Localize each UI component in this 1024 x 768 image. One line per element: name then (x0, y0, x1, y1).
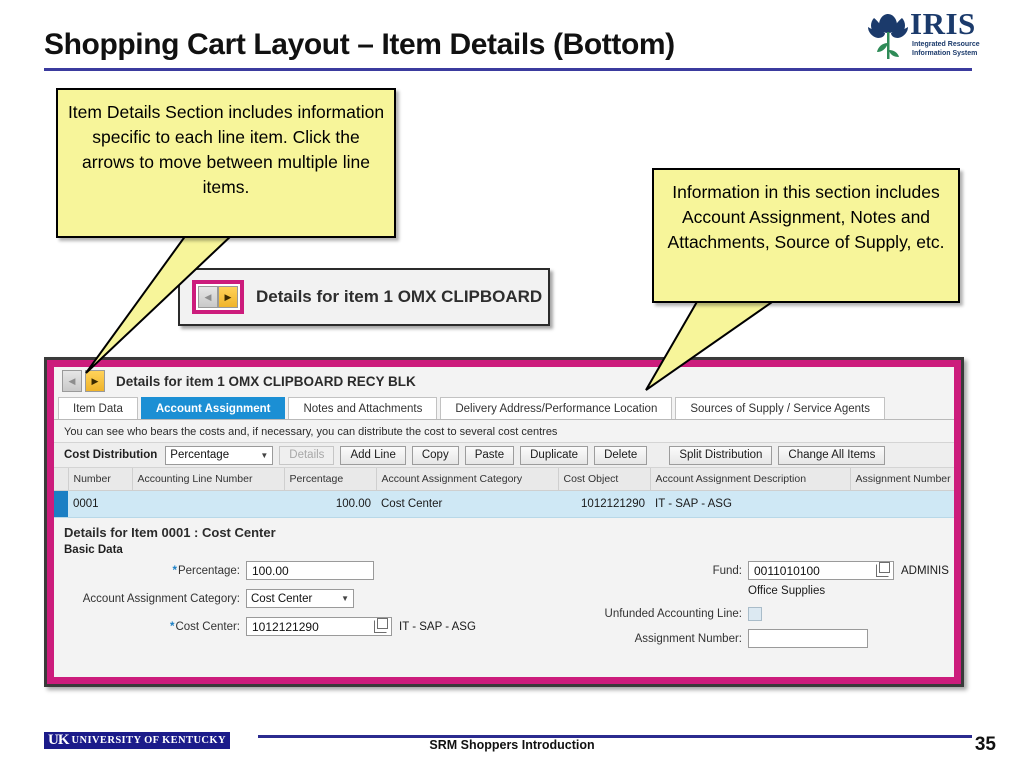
footer-title: SRM Shoppers Introduction (429, 738, 595, 752)
callout-information-in-this-section: Information in this section includes Acc… (652, 168, 960, 303)
paste-button[interactable]: Paste (464, 445, 515, 465)
value-help-icon[interactable] (374, 618, 388, 633)
col-account-assignment-category[interactable]: Account Assignment Category (375, 468, 559, 491)
details-item-title: Details for item 1 OMX CLIPBOARD RECY BL… (116, 373, 416, 389)
col-account-assignment-description[interactable]: Account Assignment Description (649, 468, 851, 491)
account-assignment-category-select[interactable]: Cost Center ▼ (246, 589, 354, 608)
sap-screenshot-highlighted: ◀ ▶ Details for item 1 OMX CLIPBOARD REC… (44, 357, 964, 687)
assignment-number-label: Assignment Number: (634, 632, 742, 645)
col-number[interactable]: Number (67, 468, 133, 491)
percentage-label: *Percentage: (172, 564, 241, 577)
prev-arrow-icon[interactable]: ◀ (198, 286, 218, 308)
cell-percentage: 100.00 (284, 490, 376, 518)
cell-assignment-number (850, 490, 954, 518)
assignment-number-input[interactable] (748, 629, 868, 648)
cell-cost-object: 1012121290 (558, 490, 650, 518)
callout-item-details-section: Item Details Section includes informatio… (56, 88, 396, 238)
tab-sources-of-supply[interactable]: Sources of Supply / Service Agents (675, 397, 885, 419)
prev-arrow-icon[interactable]: ◀ (62, 370, 82, 392)
account-assignment-table: Number Accounting Line Number Percentage… (54, 468, 954, 518)
col-cost-object[interactable]: Cost Object (557, 468, 651, 491)
iris-wordmark: IRIS (910, 6, 976, 41)
cost-distribution-label: Cost Distribution (64, 449, 158, 461)
percentage-input[interactable]: 100.00 (246, 561, 374, 580)
duplicate-button[interactable]: Duplicate (520, 445, 589, 465)
col-assignment-number[interactable]: Assignment Number (849, 468, 954, 491)
cell-number: 0001 (68, 490, 132, 518)
cell-account-assignment-description: IT - SAP - ASG (650, 490, 850, 518)
unfunded-accounting-line-label: Unfunded Accounting Line: (604, 608, 742, 620)
row-selected-marker[interactable] (54, 490, 68, 518)
iris-subtitle-line1: Integrated Resource (912, 41, 980, 48)
fund-description: ADMINIS (901, 564, 949, 577)
fund-label: Fund: (712, 564, 742, 577)
cost-distribution-toolbar: Cost Distribution Percentage ▼ Details A… (54, 442, 954, 468)
col-accounting-line-number[interactable]: Accounting Line Number (131, 468, 285, 491)
callout-text: Item Details Section includes informatio… (67, 102, 385, 197)
item-detail-heading: Details for Item 0001 : Cost Center (54, 518, 954, 543)
required-asterisk-icon: * (172, 564, 177, 577)
tab-item-data[interactable]: Item Data (58, 397, 138, 419)
cost-distribution-value: Percentage (170, 449, 230, 461)
basic-data-form: *Percentage: 100.00 Account Assignment C… (54, 559, 954, 648)
fund-input[interactable]: 0011010100 (748, 561, 894, 580)
details-button[interactable]: Details (279, 445, 335, 465)
cell-accounting-line-number (132, 490, 284, 518)
chevron-down-icon: ▼ (260, 450, 269, 460)
tab-account-assignment[interactable]: Account Assignment (140, 397, 286, 419)
arrow-highlight-box: ◀ ▶ (192, 280, 244, 314)
zoomed-details-label: Details for item 1 OMX CLIPBOARD (256, 287, 543, 306)
table-row[interactable]: 0001 100.00 Cost Center 1012121290 IT - … (54, 490, 954, 518)
iris-flower-icon (868, 14, 908, 59)
col-percentage[interactable]: Percentage (283, 468, 377, 491)
split-distribution-button[interactable]: Split Distribution (669, 445, 773, 465)
cell-account-assignment-category: Cost Center (376, 490, 558, 518)
change-all-items-button[interactable]: Change All Items (778, 445, 886, 465)
sap-item-details-panel: ◀ ▶ Details for item 1 OMX CLIPBOARD REC… (54, 367, 954, 677)
title-underline-rule (44, 68, 972, 71)
next-arrow-icon[interactable]: ▶ (218, 286, 238, 308)
cost-center-label: *Cost Center: (169, 620, 240, 633)
tab-notes-and-attachments[interactable]: Notes and Attachments (288, 397, 438, 419)
value-help-icon[interactable] (876, 562, 890, 577)
tab-delivery-address[interactable]: Delivery Address/Performance Location (440, 397, 673, 419)
item-details-tabs: Item Data Account Assignment Notes and A… (54, 395, 954, 420)
account-assignment-category-label: Account Assignment Category: (82, 592, 240, 605)
next-arrow-icon[interactable]: ▶ (85, 370, 105, 392)
zoomed-details-bar-snippet: ◀ ▶ Details for item 1 OMX CLIPBOARD (178, 268, 550, 326)
details-navigation-bar: ◀ ▶ Details for item 1 OMX CLIPBOARD REC… (54, 367, 954, 395)
callout-text: Information in this section includes Acc… (667, 182, 945, 252)
iris-logo: IRIS Integrated Resource Information Sys… (866, 6, 980, 64)
delete-button[interactable]: Delete (594, 445, 648, 465)
cost-center-description: IT - SAP - ASG (399, 620, 476, 633)
page-number: 35 (974, 734, 996, 755)
iris-subtitle-line2: Information System (912, 50, 978, 57)
copy-button[interactable]: Copy (411, 445, 459, 465)
add-line-button[interactable]: Add Line (340, 445, 406, 465)
page-title: Shopping Cart Layout – Item Details (Bot… (44, 28, 675, 61)
cost-distribution-helper-text: You can see who bears the costs and, if … (64, 426, 558, 438)
fund-subtext: Office Supplies (748, 585, 826, 597)
required-asterisk-icon: * (169, 620, 175, 633)
unfunded-accounting-line-checkbox[interactable] (748, 607, 762, 621)
table-header-row: Number Accounting Line Number Percentage… (54, 468, 954, 491)
basic-data-section-label: Basic Data (54, 543, 954, 559)
chevron-down-icon: ▼ (341, 594, 349, 603)
row-marker-header (54, 468, 69, 491)
cost-center-input[interactable]: 1012121290 (246, 617, 392, 636)
cost-distribution-select[interactable]: Percentage ▼ (165, 445, 274, 465)
